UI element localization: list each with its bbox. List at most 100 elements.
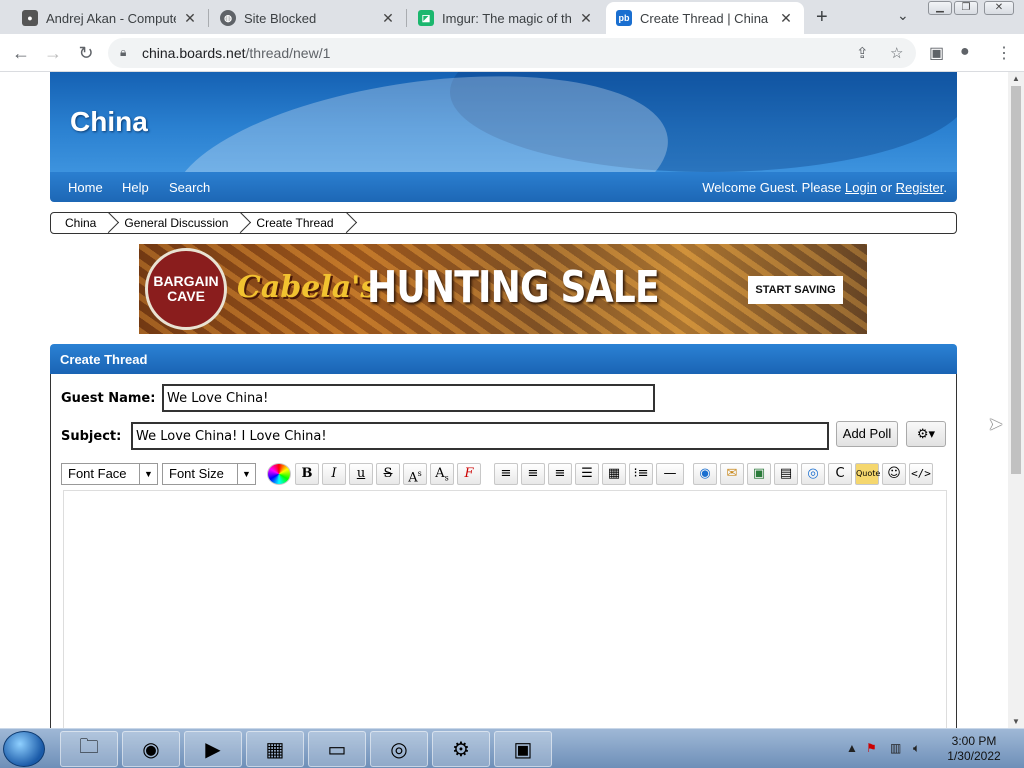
scroll-down-icon[interactable]: ▼ — [1012, 717, 1020, 726]
tab-andrej-akan[interactable]: ● Andrej Akan - Computer ✕ — [12, 2, 208, 34]
start-button-icon[interactable] — [3, 731, 45, 767]
network-icon[interactable]: ▥ — [890, 741, 901, 755]
html-source-icon[interactable]: </> — [909, 463, 933, 485]
login-link[interactable]: Login — [845, 180, 877, 195]
email-icon[interactable]: ✉ — [720, 463, 744, 485]
menu-kebab-icon[interactable]: ⋮ — [996, 43, 1012, 63]
browser-tab-strip: ● Andrej Akan - Computer ✕ ◍ Site Blocke… — [0, 0, 1024, 34]
scroll-up-icon[interactable]: ▲ — [1012, 74, 1020, 83]
address-bar[interactable]: 🔒︎ china.boards.net/thread/new/1 ⇪ ☆ — [108, 38, 916, 68]
close-tab-icon[interactable]: ✕ — [578, 10, 594, 27]
close-tab-icon[interactable]: ✕ — [380, 10, 396, 27]
screen-icon[interactable]: ▣ — [494, 731, 552, 767]
video-editor-icon[interactable]: ⚙ — [432, 731, 490, 767]
tab-title: Site Blocked — [244, 10, 317, 26]
font-face-select[interactable]: Font Face ▼ — [61, 463, 158, 485]
message-editor[interactable] — [63, 490, 947, 728]
horizontal-rule-icon[interactable]: — — [656, 463, 684, 485]
site-header-banner: China — [50, 72, 957, 172]
site-title[interactable]: China — [70, 106, 148, 138]
tray-expand-icon[interactable]: ▲ — [846, 741, 858, 755]
clock-date: 1/30/2022 — [947, 749, 1001, 763]
back-arrow-icon[interactable]: ← — [10, 42, 32, 64]
page-viewport: China Home Help Search Welcome Guest. Pl… — [0, 72, 1008, 728]
close-tab-icon[interactable]: ✕ — [778, 10, 794, 27]
chrome-icon[interactable]: ◉ — [122, 731, 180, 767]
nav-home[interactable]: Home — [68, 180, 103, 195]
site-navbar: Home Help Search Welcome Guest. Please L… — [50, 172, 957, 202]
smiley-icon[interactable]: ☺ — [882, 463, 906, 485]
file-explorer-icon[interactable]: 🗀 — [60, 731, 118, 767]
superscript-icon[interactable]: As — [403, 463, 427, 485]
tab-separator — [208, 9, 209, 27]
media-player-icon[interactable]: ▶ — [184, 731, 242, 767]
tab-imgur[interactable]: ◪ Imgur: The magic of the I ✕ — [408, 2, 604, 34]
ad-cta-button[interactable]: START SAVING — [748, 276, 843, 304]
bargain-cave-logo: BARGAIN CAVE — [145, 248, 227, 330]
scrollbar-thumb[interactable] — [1011, 86, 1021, 474]
remove-format-icon[interactable]: F — [457, 463, 481, 485]
url-text[interactable]: china.boards.net/thread/new/1 — [142, 45, 330, 61]
align-right-icon[interactable]: ≡ — [548, 463, 572, 485]
close-window-icon[interactable]: ✕ — [984, 1, 1014, 15]
align-left-icon[interactable]: ≡ — [494, 463, 518, 485]
subject-input[interactable]: We Love China! I Love China! — [131, 422, 829, 450]
image-icon[interactable]: ▣ — [747, 463, 771, 485]
forward-arrow-icon[interactable]: → — [42, 42, 64, 64]
windows-store-icon[interactable]: ▦ — [246, 731, 304, 767]
page-scrollbar[interactable]: ▲ ▼ — [1008, 72, 1024, 728]
tab-site-blocked[interactable]: ◍ Site Blocked ✕ — [210, 2, 406, 34]
action-center-icon[interactable]: ⚑ — [866, 741, 877, 755]
tab-create-thread[interactable]: pb Create Thread | China ✕ — [606, 2, 804, 34]
bookmark-star-icon[interactable]: ☆ — [890, 44, 903, 62]
quote-icon[interactable]: Quote — [855, 463, 880, 485]
guest-name-input[interactable]: We Love China! — [162, 384, 655, 412]
imgur-icon: ◪ — [418, 10, 434, 26]
font-size-select[interactable]: Font Size ▼ — [162, 463, 256, 485]
underline-icon[interactable]: u — [349, 463, 373, 485]
create-thread-form: Guest Name: We Love China! Subject: We L… — [50, 374, 957, 728]
strikethrough-icon[interactable]: S — [376, 463, 400, 485]
italic-icon[interactable]: I — [322, 463, 346, 485]
breadcrumb-create-thread[interactable]: Create Thread — [242, 213, 347, 233]
side-panel-icon[interactable]: ▣ — [929, 43, 944, 63]
guest-name-label: Guest Name: — [61, 391, 156, 406]
video-icon[interactable]: ▤ — [774, 463, 798, 485]
advertisement-banner[interactable]: BARGAIN CAVE Cabela's HUNTING SALE START… — [139, 244, 867, 334]
bullet-list-icon[interactable]: ⁝≡ — [629, 463, 653, 485]
minimize-icon[interactable]: ▁ — [928, 1, 952, 15]
reload-icon[interactable]: ↻ — [75, 42, 97, 64]
settings-gear-icon[interactable]: ⚙▾ — [906, 421, 946, 447]
profile-avatar-icon[interactable]: ● — [960, 43, 970, 61]
recorder-icon[interactable]: ▭ — [308, 731, 366, 767]
url-host: china.boards.net — [142, 45, 246, 61]
breadcrumb-general-discussion[interactable]: General Discussion — [110, 213, 242, 233]
link-icon[interactable]: ◉ — [693, 463, 717, 485]
new-tab-button[interactable]: + — [816, 6, 828, 29]
close-tab-icon[interactable]: ✕ — [182, 10, 198, 27]
table-icon[interactable]: ▦ — [602, 463, 626, 485]
subject-label: Subject: — [61, 429, 122, 444]
system-clock[interactable]: 3:00 PM 1/30/2022 — [942, 734, 1006, 764]
code-c-icon[interactable]: C — [828, 463, 852, 485]
bold-icon[interactable]: B — [295, 463, 319, 485]
color-picker-icon[interactable] — [267, 463, 291, 485]
align-center-icon[interactable]: ≡ — [521, 463, 545, 485]
period-text: . — [943, 180, 947, 195]
nav-help[interactable]: Help — [122, 180, 149, 195]
nav-search[interactable]: Search — [169, 180, 210, 195]
register-link[interactable]: Register — [896, 180, 944, 195]
globe-icon: ◍ — [220, 10, 236, 26]
add-poll-button[interactable]: Add Poll — [836, 421, 898, 447]
obs-icon[interactable]: ◎ — [370, 731, 428, 767]
breadcrumb-china[interactable]: China — [51, 213, 110, 233]
justify-icon[interactable]: ☰ — [575, 463, 599, 485]
share-icon[interactable]: ⇪ — [856, 44, 869, 62]
restore-icon[interactable]: ❐ — [954, 1, 978, 15]
badge-line2: CAVE — [167, 288, 205, 304]
subscript-icon[interactable]: As — [430, 463, 454, 485]
ad-brand: Cabela's — [237, 270, 378, 305]
volume-icon[interactable]: 🔈︎ — [913, 741, 920, 756]
mention-users-icon[interactable]: ◎ — [801, 463, 825, 485]
tab-search-chevron-icon[interactable]: ⌄ — [897, 7, 909, 24]
